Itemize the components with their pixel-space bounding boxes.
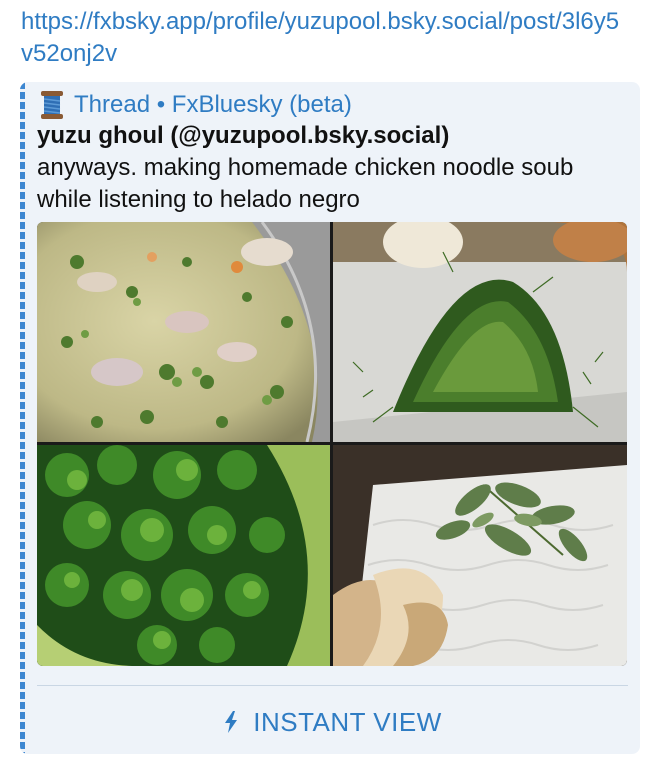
instant-view-button[interactable]: INSTANT VIEW <box>37 702 628 742</box>
instant-view-label: INSTANT VIEW <box>253 706 442 737</box>
lightning-bolt-icon <box>225 711 238 733</box>
link-preview-card[interactable]: Thread • FxBluesky (beta) yuzu ghoul (@y… <box>20 82 640 754</box>
preview-image-gallery[interactable] <box>37 222 627 666</box>
sage-garlic-photo[interactable] <box>333 445 627 666</box>
preview-accent-bar <box>20 82 25 754</box>
preview-post-text: anyways. making homemade chicken noodle … <box>37 154 574 213</box>
preview-divider <box>37 685 628 686</box>
thread-spool-icon <box>41 91 63 119</box>
preview-site-row: Thread • FxBluesky (beta) <box>38 89 352 121</box>
soup-photo[interactable] <box>37 222 330 442</box>
parsley-photo[interactable] <box>37 445 330 666</box>
post-link[interactable]: https://fxbsky.app/profile/yuzupool.bsky… <box>21 6 631 70</box>
preview-author: yuzu ghoul (@yuzupool.bsky.social) <box>37 122 450 149</box>
dill-photo[interactable] <box>333 222 627 442</box>
preview-site-name: Thread • FxBluesky (beta) <box>74 91 352 118</box>
